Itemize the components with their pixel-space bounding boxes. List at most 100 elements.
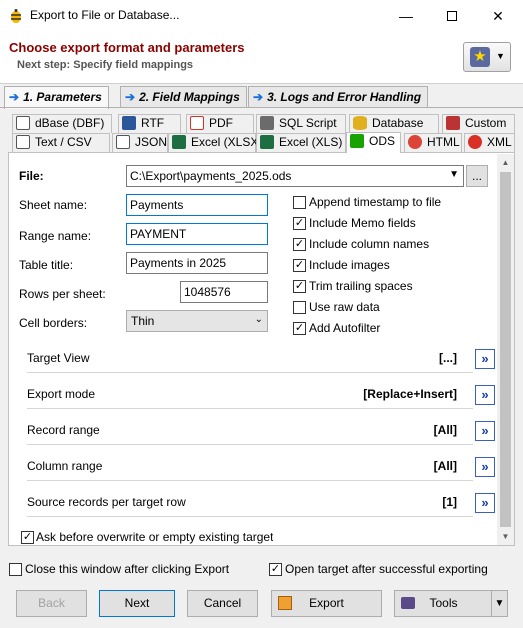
excel-icon — [172, 135, 186, 149]
file-path-input[interactable]: C:\Export\payments_2025.ods ▼ — [126, 165, 464, 187]
record-range-group: Record range [All] — [27, 421, 473, 445]
sheet-name-input[interactable]: Payments — [126, 194, 268, 216]
tab-sql-script-label: SQL Script — [279, 116, 337, 130]
format-tabs-row-2: Text / CSV JSON Excel (XLSX) Excel (XLS)… — [8, 132, 515, 153]
column-range-group: Column range [All] — [27, 457, 473, 481]
include-images-checkbox[interactable]: ✓ — [293, 259, 306, 272]
open-target-checkbox[interactable]: ✓ — [269, 563, 282, 576]
panel-scrollbar[interactable]: ▲ ▼ — [497, 154, 514, 545]
export-mode-expand-button[interactable]: » — [475, 385, 495, 405]
trim-trailing-spaces-checkbox[interactable]: ✓ — [293, 280, 306, 293]
star-icon: ★ — [470, 47, 490, 67]
scroll-up-icon[interactable]: ▲ — [497, 154, 514, 171]
append-timestamp-checkbox[interactable] — [293, 196, 306, 209]
back-button[interactable]: Back — [16, 590, 87, 617]
steps-divider — [0, 107, 523, 108]
ods-parameters-panel: File: C:\Export\payments_2025.ods ▼ ... … — [8, 152, 515, 546]
tab-sql-script[interactable]: SQL Script — [256, 114, 346, 133]
tab-json[interactable]: JSON — [112, 133, 168, 152]
include-column-names-checkbox[interactable]: ✓ — [293, 238, 306, 251]
pdf-icon — [190, 116, 204, 130]
tab-custom[interactable]: Custom — [442, 114, 515, 133]
record-range-value: [All] — [433, 423, 457, 437]
favorites-button[interactable]: ★ ▼ — [463, 42, 511, 72]
include-memo-checkbox[interactable]: ✓ — [293, 217, 306, 230]
tab-dbase-label: dBase (DBF) — [35, 116, 105, 130]
chevron-down-icon: ▼ — [449, 169, 459, 180]
maximize-button[interactable] — [429, 0, 475, 32]
cell-borders-select[interactable]: Thin ⌄ — [126, 310, 268, 332]
table-title-input[interactable]: Payments in 2025 — [126, 252, 268, 274]
include-images-label: Include images — [309, 258, 390, 272]
sheet-name-label: Sheet name: — [19, 198, 88, 212]
ask-overwrite-label: Ask before overwrite or empty existing t… — [36, 530, 274, 544]
tab-text-csv-label: Text / CSV — [35, 135, 92, 149]
tab-logs-errors-label: 3. Logs and Error Handling — [267, 90, 422, 104]
tab-pdf[interactable]: PDF — [186, 114, 254, 133]
minimize-icon: — — [399, 8, 413, 24]
tab-html[interactable]: HTML — [404, 133, 462, 152]
cancel-button[interactable]: Cancel — [187, 590, 258, 617]
tab-ods[interactable]: ODS — [346, 132, 401, 153]
tab-text-csv[interactable]: Text / CSV — [12, 133, 110, 152]
rows-per-sheet-input[interactable]: 1048576 — [180, 281, 268, 303]
scroll-down-icon[interactable]: ▼ — [497, 528, 514, 545]
add-autofilter-checkbox[interactable]: ✓ — [293, 322, 306, 335]
excel-icon — [260, 135, 274, 149]
close-after-export-checkbox[interactable] — [9, 563, 22, 576]
export-mode-label: Export mode — [27, 387, 96, 401]
tab-database[interactable]: Database — [349, 114, 439, 133]
ask-overwrite-checkbox[interactable]: ✓ — [21, 531, 34, 544]
file-path-value: C:\Export\payments_2025.ods — [130, 169, 292, 183]
minimize-button[interactable]: — — [383, 0, 429, 32]
browse-file-button[interactable]: ... — [466, 165, 488, 187]
column-range-expand-button[interactable]: » — [475, 457, 495, 477]
tab-logs-errors[interactable]: ➔ 3. Logs and Error Handling — [248, 86, 429, 108]
target-view-value: [...] — [439, 351, 457, 365]
tab-custom-label: Custom — [465, 116, 507, 130]
export-app-icon — [11, 9, 21, 23]
file-label: File: — [19, 169, 44, 183]
tab-excel-xlsx-label: Excel (XLSX) — [191, 135, 263, 149]
tab-excel-xls[interactable]: Excel (XLS) — [256, 133, 346, 152]
next-button[interactable]: Next — [99, 590, 175, 617]
tab-rtf[interactable]: RTF — [118, 114, 181, 133]
source-records-expand-button[interactable]: » — [475, 493, 495, 513]
maximize-icon — [447, 11, 457, 21]
open-target-label: Open target after successful exporting — [285, 562, 488, 576]
close-after-export-label: Close this window after clicking Export — [25, 562, 230, 576]
dbase-icon — [16, 116, 30, 130]
target-view-expand-button[interactable]: » — [475, 349, 495, 369]
tab-dbase[interactable]: dBase (DBF) — [12, 114, 112, 133]
export-button[interactable]: Export — [271, 590, 382, 617]
add-autofilter-label: Add Autofilter — [309, 321, 381, 335]
rows-per-sheet-label: Rows per sheet: — [19, 287, 106, 301]
arrow-right-icon: ➔ — [125, 90, 136, 104]
table-title-label: Table title: — [19, 258, 74, 272]
tools-dropdown-button[interactable]: ▼ — [491, 590, 508, 617]
tools-button[interactable]: Tools — [394, 590, 493, 617]
tab-excel-xlsx[interactable]: Excel (XLSX) — [168, 133, 262, 152]
export-icon — [278, 596, 292, 610]
range-name-input[interactable]: PAYMENT — [126, 223, 268, 245]
cell-borders-label: Cell borders: — [19, 316, 88, 330]
scroll-thumb[interactable] — [500, 172, 511, 527]
record-range-expand-button[interactable]: » — [475, 421, 495, 441]
tab-xml[interactable]: XML — [464, 133, 515, 152]
close-window-button[interactable]: ✕ — [475, 0, 521, 32]
tools-button-label: Tools — [429, 596, 458, 610]
tab-html-label: HTML — [427, 135, 460, 149]
wizard-steps: ➔ 1. Parameters ➔ 2. Field Mappings ➔ 3. Lo… — [0, 86, 523, 109]
tab-parameters[interactable]: ➔ 1. Parameters — [4, 86, 109, 109]
script-icon — [260, 116, 274, 130]
use-raw-data-checkbox[interactable] — [293, 301, 306, 314]
tab-parameters-label: 1. Parameters — [23, 90, 102, 104]
record-range-label: Record range — [27, 423, 100, 437]
brush-icon — [446, 116, 460, 130]
source-records-value: [1] — [442, 495, 457, 509]
xml-icon — [468, 135, 482, 149]
tab-field-mappings[interactable]: ➔ 2. Field Mappings — [120, 86, 247, 108]
source-records-label: Source records per target row — [27, 495, 186, 509]
tab-ods-label: ODS — [369, 134, 396, 148]
column-range-label: Column range — [27, 459, 103, 473]
